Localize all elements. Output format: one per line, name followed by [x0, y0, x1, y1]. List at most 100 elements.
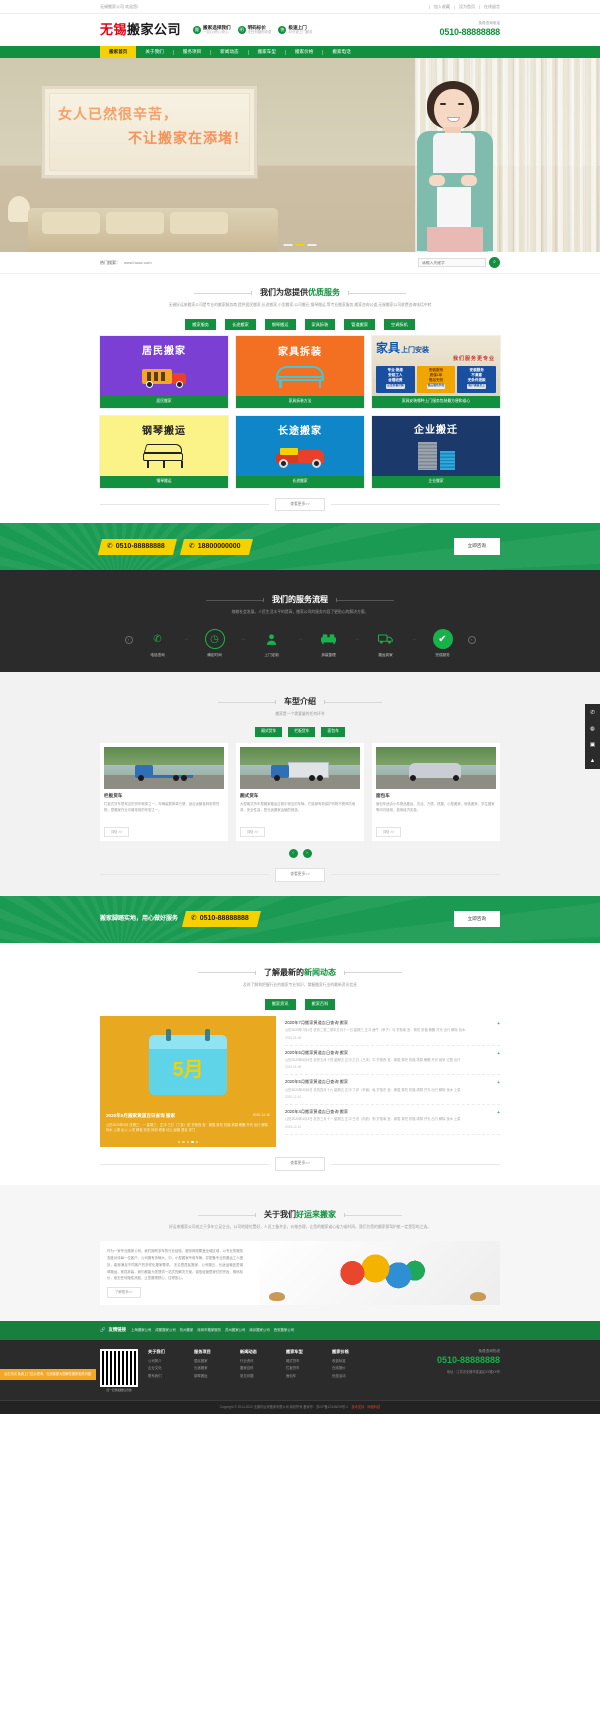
news-list-item[interactable]: + 2020年5月搬家黄道吉日查询 搬家 公历2020年5月8日 农历四月十六 … — [285, 1075, 500, 1105]
featured-news-card[interactable]: 5月 2019-12-10 2020年5月搬家黄道吉日查询 搬家 公历2020年… — [100, 1015, 276, 1148]
footer-link[interactable]: 钢琴搬运 — [194, 1373, 232, 1380]
vehicle-detail-button[interactable]: 详情 >> — [104, 827, 129, 837]
footer-link[interactable]: 收费标准 — [332, 1358, 370, 1365]
nav-item-news[interactable]: 新闻动态 — [211, 46, 247, 58]
vehicle-tab-flatbed[interactable]: 栏板货车 — [288, 727, 316, 738]
news-tab-info[interactable]: 搬家资讯 — [264, 998, 296, 1010]
footer-link[interactable]: 公司简介 — [148, 1358, 186, 1365]
slide-dot[interactable] — [283, 244, 293, 246]
news-list-item[interactable]: + 2020年4月搬家黄道吉日查询 搬家 公历2020年4月3日 农历三月十一 … — [285, 1105, 500, 1135]
news-list-item[interactable]: + 2020年7月搬家黄道吉日查询 搬家 公历2020年7月1日 农历二零二零年… — [285, 1016, 500, 1046]
service-card[interactable]: 家具拆装 家具拆装方法 — [236, 336, 364, 409]
footer-column-services: 服务项目 居民搬家 长途搬家 钢琴搬运 — [194, 1349, 232, 1393]
set-homepage-link[interactable]: 设为首页 — [459, 4, 475, 10]
nav-item-phone[interactable]: 搬家电话 — [323, 46, 359, 58]
friend-link[interactable]: 杭州搬家 — [180, 1328, 194, 1333]
vehicles-more-button[interactable]: 查看更多>> — [275, 867, 325, 882]
service-tab-aircon[interactable]: 空调拆机 — [384, 319, 415, 331]
hero-banner[interactable]: 女人已然很辛苦， 不让搬家在添堵！ — [0, 58, 600, 252]
nav-item-pricing[interactable]: 搬家价格 — [286, 46, 322, 58]
cta-consult-button[interactable]: 立即咨询 — [453, 910, 500, 928]
qq-icon[interactable]: ◍ — [587, 723, 598, 734]
featured-news-text: 2019-12-10 2020年5月搬家黄道吉日查询 搬家 公历2020年5月 … — [100, 1109, 276, 1141]
friend-link[interactable]: 南京搬家公司 — [249, 1328, 269, 1333]
phone-number[interactable]: 0510-88888888 — [440, 26, 501, 40]
vehicle-card[interactable]: 栏板货车 栏板式货车是常见的货车种类之一，车辆装载简单方便，适合运输各种常规货物… — [100, 743, 228, 841]
friend-link[interactable]: 深圳市搬家服务 — [197, 1328, 221, 1333]
chevron-right-icon[interactable]: › — [302, 848, 312, 858]
about-more-button[interactable]: 了解更多>> — [107, 1287, 141, 1299]
friend-link[interactable]: 苏州搬家公司 — [225, 1328, 245, 1333]
slide-dot[interactable] — [307, 244, 317, 246]
news-dot-active[interactable] — [191, 1140, 194, 1144]
news-more-button[interactable]: 查看更多>> — [275, 1157, 325, 1172]
footer-link[interactable]: 面包车 — [286, 1373, 324, 1380]
footer-link[interactable]: 居民搬家 — [194, 1358, 232, 1365]
footer-link[interactable]: 联系我们 — [148, 1373, 186, 1380]
service-tab-piano[interactable]: 钢琴搬运 — [264, 319, 296, 331]
news-dot[interactable] — [186, 1140, 190, 1144]
news-dot[interactable] — [182, 1140, 185, 1144]
service-card[interactable]: 钢琴搬运 钢琴搬运 — [100, 416, 228, 488]
card-visual: 家具 上门安装 我们服务更专业 专业·熟练 安装工人 合理收费 点击查看详情 安… — [372, 336, 500, 397]
cta-phone[interactable]: ✆ 0510-88888888 — [182, 911, 261, 927]
vehicle-card[interactable]: 面包车 面包车适合小件物品搬运，灵活、方便、快捷。小型搬家、宿舍搬家、学生搬家等… — [372, 743, 500, 841]
footer-phone-number[interactable]: 0510-88888888 — [437, 1354, 500, 1368]
news-dot[interactable] — [195, 1140, 199, 1144]
footer-link[interactable]: 厢式货车 — [286, 1358, 324, 1365]
search-input[interactable] — [418, 258, 486, 267]
footer-link[interactable]: 常见问题 — [240, 1373, 278, 1380]
add-favorite-link[interactable]: 加入收藏 — [434, 4, 450, 10]
nav-item-home[interactable]: 搬家首页 — [100, 46, 137, 58]
slide-dot-active[interactable] — [295, 244, 305, 246]
service-card[interactable]: 企业搬迁 企业搬家 — [372, 416, 500, 488]
vehicle-tab-van[interactable]: 面包车 — [321, 727, 345, 738]
hero-slide-dots[interactable] — [283, 244, 317, 246]
phone-icon[interactable]: ✆ — [587, 707, 598, 718]
service-card[interactable]: 家具 上门安装 我们服务更专业 专业·熟练 安装工人 合理收费 点击查看详情 安… — [372, 336, 500, 409]
header-phone: 免费咨询电话 0510-88888888 — [440, 21, 501, 40]
site-logo[interactable]: 无锡搬家公司 — [100, 20, 181, 40]
news-carousel-dots[interactable] — [100, 1140, 276, 1148]
vehicle-detail-button[interactable]: 详情 >> — [376, 827, 401, 837]
news-dot[interactable] — [177, 1140, 181, 1144]
chevron-left-icon[interactable]: ‹ — [124, 635, 133, 644]
card-title: 家具拆装 — [278, 346, 322, 358]
service-tab-furniture[interactable]: 家具拆装 — [304, 319, 336, 331]
cta-phone-1[interactable]: ✆ 0510-88888888 — [98, 539, 177, 555]
nav-item-vehicles[interactable]: 搬家车型 — [249, 46, 285, 58]
vehicle-card[interactable]: 厢式货车 大型厢式货车是搬家搬运过程中常见的车辆，它能够有效保护货物不受风吹雨淋… — [236, 743, 364, 841]
footer-link[interactable]: 优惠活动 — [332, 1373, 370, 1380]
service-tab-longdistance[interactable]: 长途搬家 — [224, 319, 256, 331]
nav-item-services[interactable]: 服务项目 — [174, 46, 210, 58]
news-tab-wiki[interactable]: 搬家百科 — [304, 998, 336, 1010]
footer-link[interactable]: 搬家百科 — [240, 1365, 278, 1372]
friend-link[interactable]: 成都搬家公司 — [155, 1328, 175, 1333]
news-list-item[interactable]: + 2020年6月搬家黄道吉日查询 搬家 公历2020年6月5日 农历五月十四 … — [285, 1046, 500, 1076]
vehicle-tab-box[interactable]: 厢式货车 — [255, 727, 283, 738]
friend-link[interactable]: 西安搬家公司 — [274, 1328, 294, 1333]
chevron-left-icon[interactable]: ‹ — [288, 848, 298, 858]
service-tab-pipe[interactable]: 管道搬家 — [344, 319, 376, 331]
cta-consult-button[interactable]: 立即咨询 — [453, 538, 500, 556]
service-tab-moving[interactable]: 搬家服务 — [185, 319, 216, 331]
service-card[interactable]: 长途搬家 长途搬家 — [236, 416, 364, 488]
chevron-right-icon[interactable]: › — [467, 635, 476, 644]
chat-tip-popup[interactable]: 点击关闭 免费上门估价咨询，在线客服为您解答搬家相关问题 — [0, 1368, 96, 1380]
message-link[interactable]: 在线留言 — [484, 4, 500, 10]
top-icon[interactable]: ▲ — [587, 755, 598, 766]
hot-search-link[interactable]: www.huwz.com — [124, 260, 152, 265]
footer-link[interactable]: 行业资讯 — [240, 1358, 278, 1365]
friend-link[interactable]: 上海搬家公司 — [131, 1328, 151, 1333]
vehicle-detail-button[interactable]: 详情 >> — [240, 827, 265, 837]
footer-link[interactable]: 企业文化 — [148, 1365, 186, 1372]
nav-item-about[interactable]: 关于我们 — [136, 46, 172, 58]
services-more-button[interactable]: 查看更多>> — [275, 497, 325, 512]
footer-link[interactable]: 栏板货车 — [286, 1365, 324, 1372]
wechat-icon[interactable]: ▣ — [587, 739, 598, 750]
search-icon[interactable]: ⌕ — [489, 257, 500, 268]
service-card[interactable]: 居民搬家 居民搬家 — [100, 336, 228, 409]
footer-link[interactable]: 长途搬家 — [194, 1365, 232, 1372]
footer-link[interactable]: 在线报价 — [332, 1365, 370, 1372]
cta-phone-2[interactable]: ✆ 18800000000 — [180, 539, 253, 555]
